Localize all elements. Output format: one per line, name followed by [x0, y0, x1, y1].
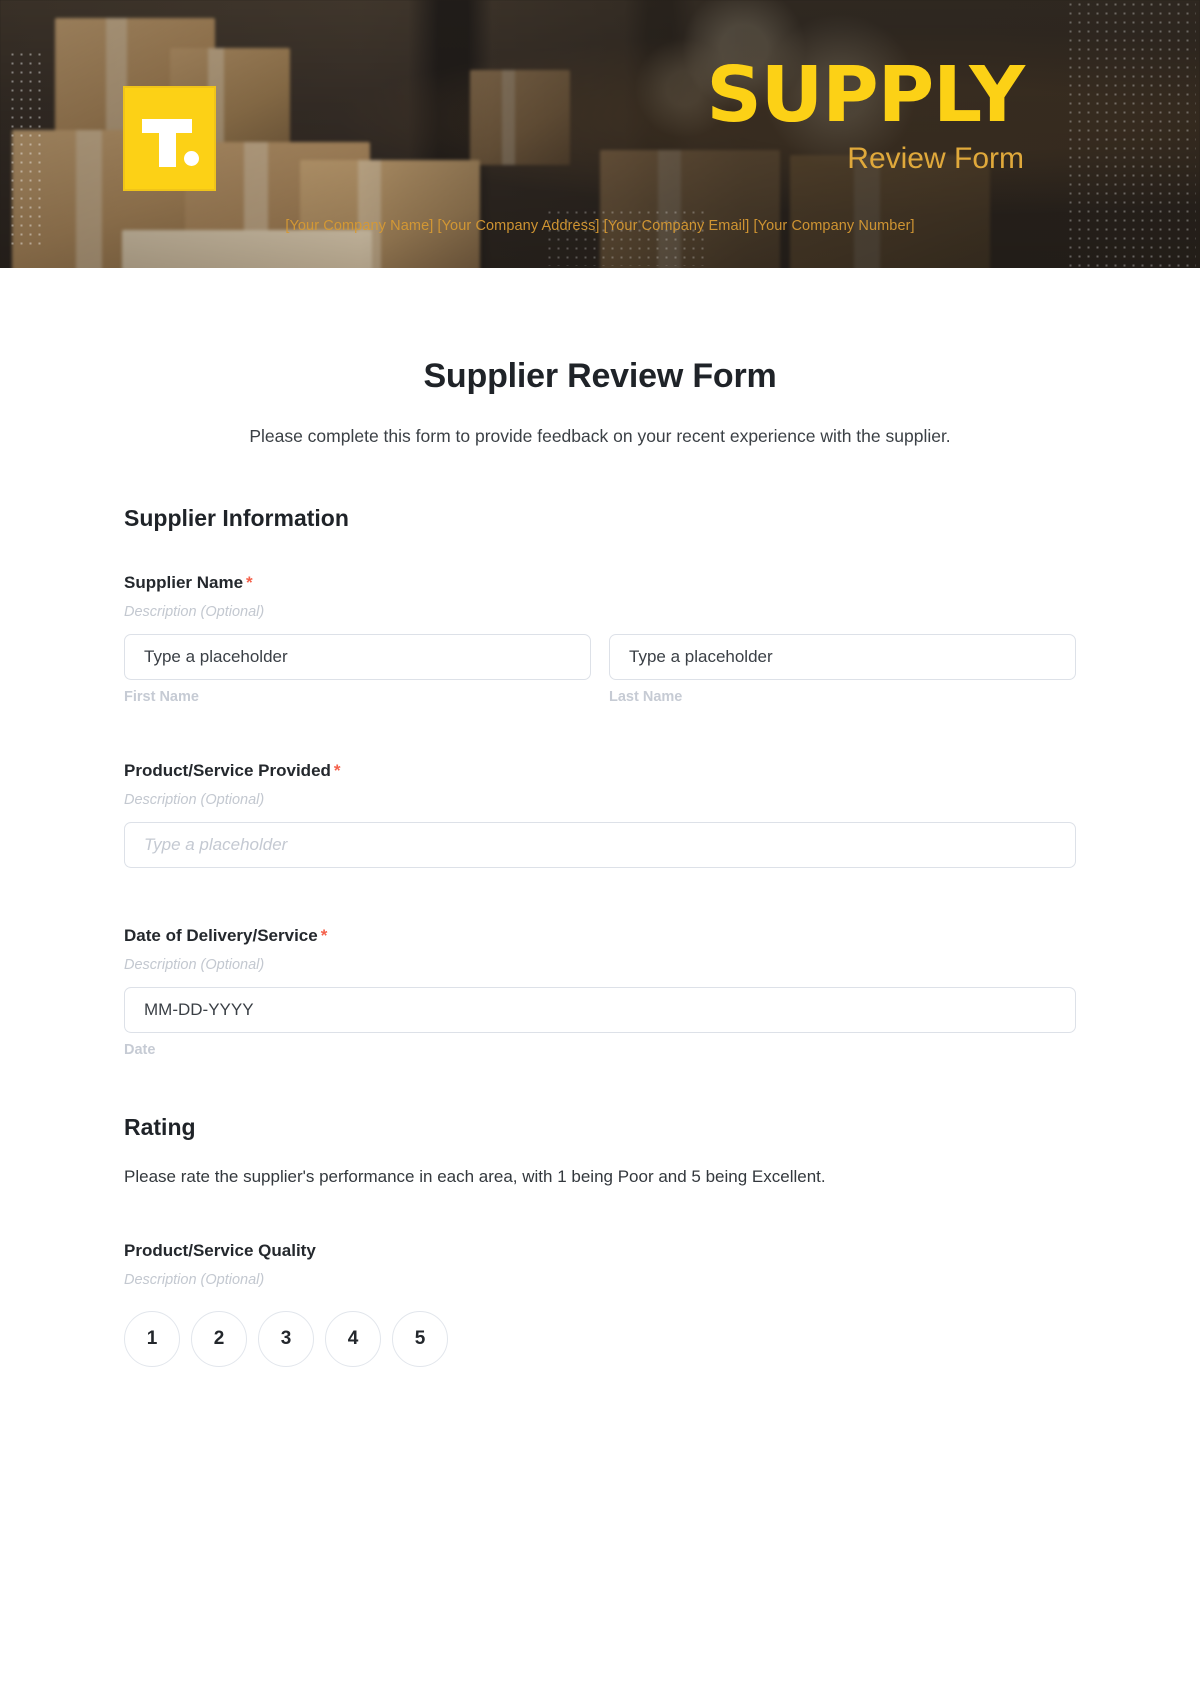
page-title: Supplier Review Form	[423, 357, 777, 395]
field-date-of-delivery-service: Date of Delivery/Service * Description (O…	[124, 926, 1076, 1058]
logo-t-stem	[158, 118, 176, 167]
rating-option-1[interactable]: 1	[124, 1310, 180, 1367]
form-page: Supplier Review Form Please complete thi…	[0, 357, 1200, 1367]
field-product-service-provided: Product/Service Provided * Description (O…	[124, 761, 1076, 868]
field-description: Description (Optional)	[124, 1271, 265, 1288]
banner-brand-subtitle: Review Form	[847, 142, 1024, 175]
field-label-text: Product/Service Quality	[124, 1240, 316, 1260]
last-name-column: Type a placeholder Last Name	[609, 633, 1076, 705]
first-name-column: Type a placeholder First Name	[124, 633, 591, 705]
field-label: Supplier Name *	[124, 573, 1076, 593]
field-label-text: Product/Service Provided	[124, 760, 331, 780]
form-intro-text: Please complete this form to provide fee…	[249, 426, 951, 446]
field-description: Description (Optional)	[124, 603, 265, 620]
rating-options-row: 1 2 3 4 5	[124, 1310, 1076, 1367]
name-input-row: Type a placeholder First Name Type a pla…	[124, 633, 1076, 705]
banner-brand-title: SUPPLY	[706, 51, 1025, 140]
logo-t-glyph-icon	[141, 110, 199, 168]
section-heading-supplier-information: Supplier Information	[124, 504, 349, 531]
field-supplier-name: Supplier Name * Description (Optional) Ty…	[124, 573, 1076, 705]
rating-option-5[interactable]: 5	[392, 1310, 448, 1367]
field-description: Description (Optional)	[124, 791, 265, 808]
field-description: Description (Optional)	[124, 956, 265, 973]
date-input[interactable]: MM-DD-YYYY	[124, 986, 1076, 1033]
rating-section-description: Please rate the supplier's performance i…	[124, 1166, 826, 1186]
rating-option-3[interactable]: 3	[258, 1310, 314, 1367]
company-logo	[123, 86, 216, 191]
product-service-input[interactable]: Type a placeholder	[124, 821, 1076, 868]
date-sub-label: Date	[124, 1041, 156, 1058]
required-marker: *	[320, 925, 328, 945]
date-input-row: MM-DD-YYYY Date	[124, 986, 1076, 1058]
product-service-column: Type a placeholder	[124, 821, 1076, 868]
first-name-sub-label: First Name	[124, 688, 199, 705]
rating-option-4[interactable]: 4	[325, 1310, 381, 1367]
section-heading-rating: Rating	[124, 1113, 196, 1140]
field-label: Product/Service Provided *	[124, 761, 1076, 781]
field-label-text: Supplier Name	[124, 572, 244, 592]
field-label: Product/Service Quality	[124, 1241, 1076, 1261]
field-label-text: Date of Delivery/Service	[124, 925, 318, 945]
required-marker: *	[246, 572, 253, 592]
date-column: MM-DD-YYYY Date	[124, 986, 1076, 1058]
first-name-input[interactable]: Type a placeholder	[124, 633, 591, 680]
field-product-service-quality: Product/Service Quality Description (Opt…	[124, 1241, 1076, 1367]
last-name-input[interactable]: Type a placeholder	[609, 633, 1076, 680]
rating-option-2[interactable]: 2	[191, 1310, 247, 1367]
required-marker: *	[333, 760, 341, 780]
logo-dot-icon	[183, 150, 199, 166]
company-contact-line: [Your Company Name] [Your Company Addres…	[285, 218, 915, 234]
last-name-sub-label: Last Name	[609, 688, 683, 705]
field-label: Date of Delivery/Service *	[124, 926, 1076, 946]
dot-pattern-icon	[545, 208, 705, 266]
header-banner: SUPPLY Review Form [Your Company Name] […	[0, 0, 1200, 268]
product-service-input-row: Type a placeholder	[124, 821, 1076, 868]
